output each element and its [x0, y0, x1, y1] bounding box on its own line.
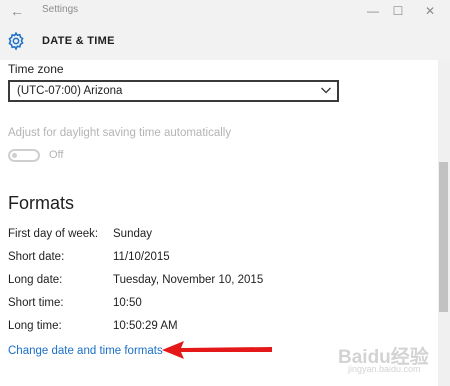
short-time-label: Short time: [8, 297, 64, 309]
title-bar: ← Settings — ☐ ✕ [0, 0, 450, 22]
scrollbar-thumb[interactable] [439, 162, 448, 312]
gear-icon [8, 31, 24, 51]
long-time-value: 10:50:29 AM [113, 320, 178, 332]
dst-toggle[interactable] [8, 149, 40, 162]
long-date-value: Tuesday, November 10, 2015 [113, 274, 264, 286]
short-time-value: 10:50 [113, 297, 142, 309]
page-header: DATE & TIME [0, 22, 450, 60]
toggle-knob [12, 153, 17, 158]
watermark: Baidu经验 jingyan.baidu.com [338, 342, 446, 380]
time-zone-dropdown[interactable]: (UTC-07:00) Arizona [8, 80, 339, 102]
back-button[interactable]: ← [6, 2, 28, 20]
dst-toggle-state: Off [49, 149, 64, 161]
watermark-sub: jingyan.baidu.com [348, 364, 421, 374]
page-title: DATE & TIME [42, 35, 115, 47]
long-date-label: Long date: [8, 274, 63, 286]
annotation-arrow [162, 341, 272, 359]
long-time-label: Long time: [8, 320, 62, 332]
first-day-value: Sunday [113, 228, 153, 240]
time-zone-label: Time zone [8, 62, 64, 76]
settings-content: Time zone (UTC-07:00) Arizona Adjust for… [0, 60, 438, 386]
first-day-label: First day of week: [8, 228, 99, 240]
chevron-down-icon [321, 87, 331, 94]
app-title: Settings [42, 4, 79, 15]
formats-heading: Formats [8, 193, 75, 213]
short-date-value: 11/10/2015 [113, 251, 170, 263]
maximize-button[interactable]: ☐ [383, 0, 413, 22]
dst-label: Adjust for daylight saving time automati… [8, 127, 232, 139]
close-button[interactable]: ✕ [415, 0, 445, 22]
short-date-label: Short date: [8, 251, 65, 263]
time-zone-value: (UTC-07:00) Arizona [17, 85, 123, 97]
change-formats-link[interactable]: Change date and time formats [8, 345, 163, 357]
